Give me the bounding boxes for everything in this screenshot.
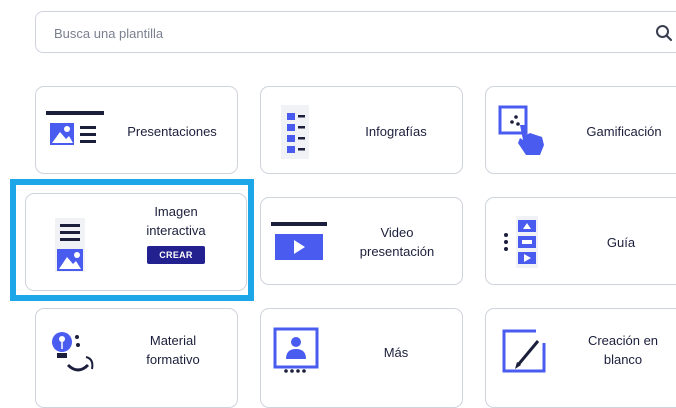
template-label: Presentaciones xyxy=(127,123,217,139)
template-card-material-formativo[interactable]: Material formativo xyxy=(35,308,238,408)
template-card-mas[interactable]: Más xyxy=(260,308,463,408)
create-button[interactable]: CREAR xyxy=(147,246,205,264)
template-card-imagen-interactiva[interactable]: Imagen interactiva CREAR xyxy=(25,193,247,291)
video-presentation-icon xyxy=(271,222,327,260)
template-label: Infografías xyxy=(365,123,427,139)
interactive-image-icon xyxy=(55,218,85,272)
template-label: Imagen interactiva CREAR xyxy=(121,202,231,264)
infographic-icon xyxy=(281,105,309,159)
search-bar[interactable] xyxy=(35,11,676,54)
template-label: Gamificación xyxy=(586,123,662,139)
search-icon[interactable] xyxy=(655,24,673,42)
template-label: Material formativo xyxy=(146,333,200,367)
template-label: Guía xyxy=(606,234,636,250)
presentation-icon xyxy=(46,111,104,145)
template-card-video-presentacion[interactable]: Video presentación xyxy=(260,197,463,285)
search-input[interactable] xyxy=(52,12,636,54)
template-card-presentaciones[interactable]: Presentaciones xyxy=(35,86,238,174)
template-label: Creación en blanco xyxy=(587,333,659,367)
template-card-infografias[interactable]: Infografías xyxy=(260,86,463,174)
blank-creation-icon xyxy=(502,329,546,373)
training-material-icon xyxy=(52,332,94,372)
template-card-creacion-en-blanco[interactable]: Creación en blanco xyxy=(485,308,676,408)
template-card-guia[interactable]: Guía xyxy=(485,197,676,285)
template-label: Más xyxy=(383,344,409,360)
gamification-icon xyxy=(498,105,544,155)
more-icon xyxy=(273,327,319,373)
template-label: Video presentación xyxy=(359,225,435,259)
template-card-gamificacion[interactable]: Gamificación xyxy=(485,86,676,174)
guide-icon xyxy=(504,216,538,268)
